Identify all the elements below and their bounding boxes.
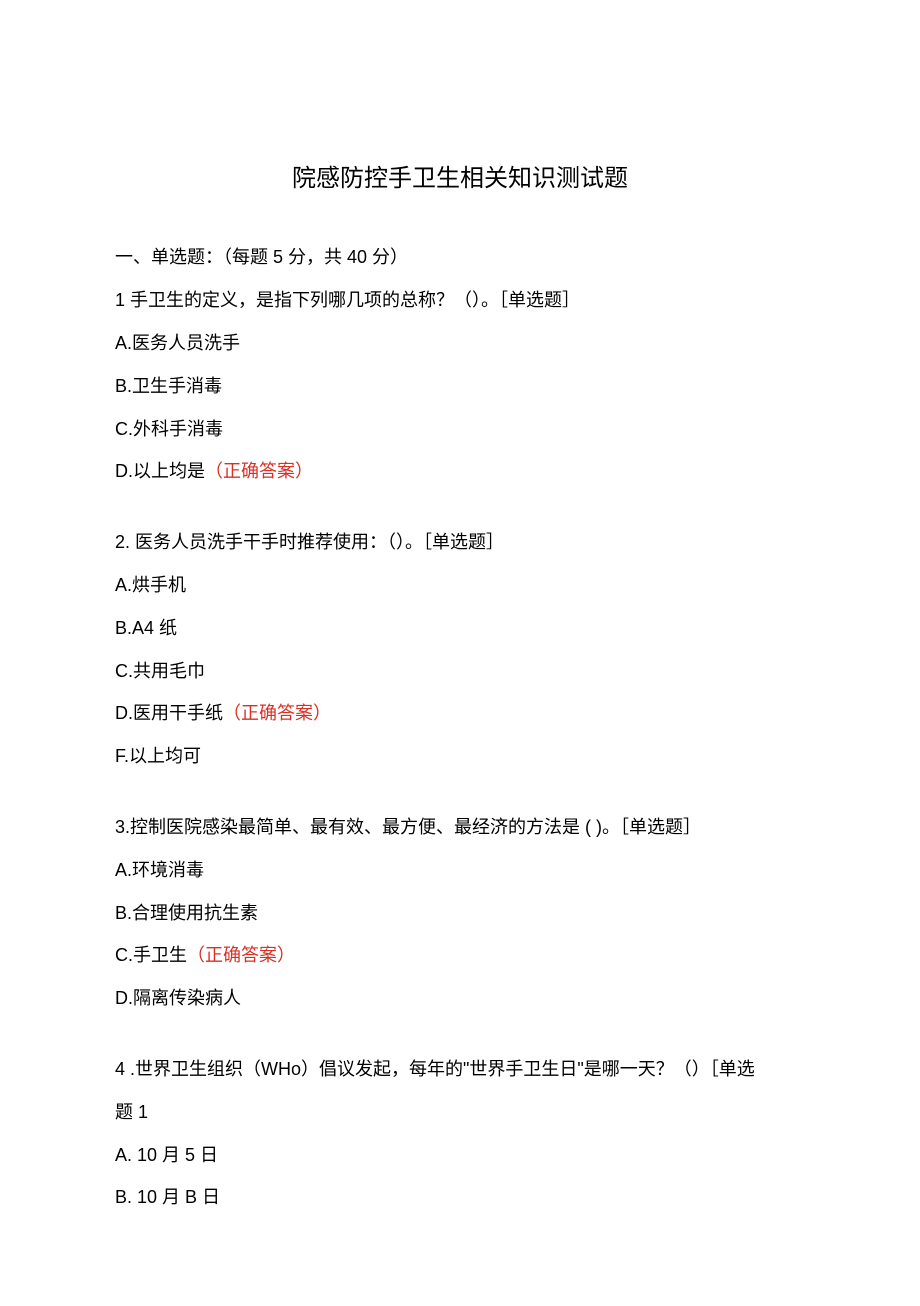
document-title: 院感防控手卫生相关知识测试题 bbox=[115, 160, 805, 198]
q1-option-d-text: D.以上均是 bbox=[115, 461, 205, 481]
q2-option-b: B.A4 纸 bbox=[115, 614, 805, 643]
q2-option-a: A.烘手机 bbox=[115, 571, 805, 600]
question-2-text: 2. 医务人员洗手干手时推荐使用：（）。［单选题］ bbox=[115, 528, 805, 557]
q4-option-b: B. 10 月 B 日 bbox=[115, 1183, 805, 1212]
question-3-text: 3.控制医院感染最简单、最有效、最方便、最经济的方法是 ( )。［单选题］ bbox=[115, 813, 805, 842]
q1-correct-answer-label: （正确答案） bbox=[205, 461, 313, 481]
q1-option-b: B.卫生手消毒 bbox=[115, 372, 805, 401]
q3-option-c-text: C.手卫生 bbox=[115, 945, 187, 965]
q2-option-d-text: D.医用干手纸 bbox=[115, 703, 223, 723]
q1-option-a: A.医务人员洗手 bbox=[115, 329, 805, 358]
section-header: 一、单选题：（每题 5 分，共 40 分） bbox=[115, 243, 805, 272]
q2-option-d: D.医用干手纸（正确答案） bbox=[115, 699, 805, 728]
q3-correct-answer-label: （正确答案） bbox=[187, 945, 295, 965]
q2-option-f: F.以上均可 bbox=[115, 742, 805, 771]
question-4-text-line2: 题 1 bbox=[115, 1098, 805, 1127]
q3-option-d: D.隔离传染病人 bbox=[115, 984, 805, 1013]
q4-option-a: A. 10 月 5 日 bbox=[115, 1141, 805, 1170]
q2-option-c: C.共用毛巾 bbox=[115, 657, 805, 686]
question-4-text-line1: 4 .世界卫生组织（WHo）倡议发起，每年的"世界手卫生日"是哪一天？（）［单选 bbox=[115, 1055, 805, 1084]
q2-correct-answer-label: （正确答案） bbox=[223, 703, 331, 723]
question-1-text: 1 手卫生的定义，是指下列哪几项的总称？（）。［单选题］ bbox=[115, 286, 805, 315]
q1-option-d: D.以上均是（正确答案） bbox=[115, 457, 805, 486]
q1-option-c: C.外科手消毒 bbox=[115, 415, 805, 444]
q3-option-c: C.手卫生（正确答案） bbox=[115, 941, 805, 970]
q3-option-a: A.环境消毒 bbox=[115, 856, 805, 885]
q3-option-b: B.合理使用抗生素 bbox=[115, 899, 805, 928]
